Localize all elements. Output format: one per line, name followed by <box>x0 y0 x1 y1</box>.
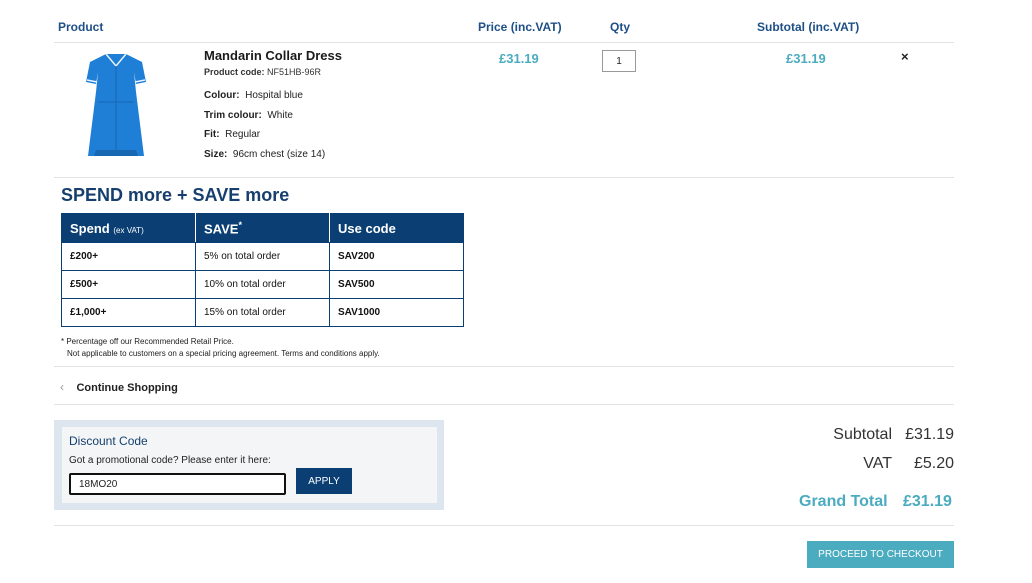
vat-value: £5.20 <box>913 455 954 472</box>
attr-trim-colour: Trim colour: White <box>204 110 293 121</box>
code-cell: SAV1000 <box>329 298 464 327</box>
product-code-label: Product code: <box>204 67 265 77</box>
col-header-qty: Qty <box>610 20 631 34</box>
grand-total-label: Grand Total <box>799 493 888 510</box>
attr-value: White <box>267 110 293 121</box>
remove-item-icon[interactable]: × <box>901 49 909 64</box>
code-header: Use code <box>329 213 464 243</box>
quantity-input[interactable] <box>602 50 636 72</box>
col-header-price: Price (inc.VAT) <box>478 20 562 34</box>
spend-cell: £200+ <box>61 242 196 271</box>
col-header-subtotal: Subtotal (inc.VAT) <box>757 20 860 34</box>
spend-cell: £500+ <box>61 270 196 299</box>
product-code: Product code: NF51HB-96R <box>204 67 321 77</box>
divider <box>54 404 954 405</box>
proceed-to-checkout-button[interactable]: PROCEED TO CHECKOUT <box>807 541 954 568</box>
save-cell: 5% on total order <box>195 242 330 271</box>
apply-button[interactable]: APPLY <box>296 468 352 494</box>
attr-label: Trim colour: <box>204 110 262 121</box>
divider <box>54 42 954 43</box>
save-header-sup: * <box>238 219 242 230</box>
spend-save-table: Spend (ex VAT) SAVE* Use code £200+ 5% o… <box>61 213 464 327</box>
divider <box>54 177 954 178</box>
table-row: £200+ 5% on total order SAV200 <box>61 242 464 271</box>
code-cell: SAV200 <box>329 242 464 271</box>
divider <box>54 366 954 367</box>
col-header-product: Product <box>58 20 104 34</box>
attr-colour: Colour: Hospital blue <box>204 90 303 101</box>
product-code-value: NF51HB-96R <box>267 67 322 77</box>
code-cell: SAV500 <box>329 270 464 299</box>
spend-save-title: SPEND more + SAVE more <box>61 185 290 205</box>
attr-fit: Fit: Regular <box>204 129 260 140</box>
spend-header-sub: (ex VAT) <box>113 225 144 235</box>
product-image[interactable] <box>84 52 148 164</box>
attr-label: Colour: <box>204 90 240 101</box>
save-cell: 10% on total order <box>195 270 330 299</box>
subtotal-label: Subtotal <box>833 426 892 443</box>
continue-shopping-label: Continue Shopping <box>76 382 178 394</box>
table-row: £500+ 10% on total order SAV500 <box>61 270 464 299</box>
subtotal-value: £31.19 <box>905 426 954 443</box>
discount-hint: Got a promotional code? Please enter it … <box>69 455 271 466</box>
item-price: £31.19 <box>499 51 539 66</box>
attr-size: Size: 96cm chest (size 14) <box>204 149 325 160</box>
discount-title: Discount Code <box>69 434 148 448</box>
vat-label: VAT <box>863 455 892 472</box>
table-row: £1,000+ 15% on total order SAV1000 <box>61 298 464 327</box>
save-header: SAVE* <box>195 213 330 243</box>
spend-save-note-1: * Percentage off our Recommended Retail … <box>61 337 234 346</box>
discount-code-input[interactable] <box>69 473 286 495</box>
spend-header-label: Spend <box>70 220 110 236</box>
grand-total-value: £31.19 <box>903 493 952 510</box>
attr-label: Size: <box>204 149 228 160</box>
save-cell: 15% on total order <box>195 298 330 327</box>
divider <box>54 525 954 526</box>
product-name[interactable]: Mandarin Collar Dress <box>204 48 342 63</box>
attr-value: Hospital blue <box>245 90 303 101</box>
save-header-label: SAVE <box>204 221 239 237</box>
spend-save-note-2: Not applicable to customers on a special… <box>67 349 380 358</box>
attr-value: 96cm chest (size 14) <box>232 149 326 160</box>
spend-header: Spend (ex VAT) <box>61 213 196 243</box>
attr-label: Fit: <box>204 129 220 140</box>
spend-cell: £1,000+ <box>61 298 196 327</box>
attr-value: Regular <box>225 129 261 140</box>
continue-shopping-link[interactable]: ‹ Continue Shopping <box>60 378 178 396</box>
item-subtotal: £31.19 <box>786 51 826 66</box>
chevron-left-icon: ‹ <box>60 380 64 394</box>
